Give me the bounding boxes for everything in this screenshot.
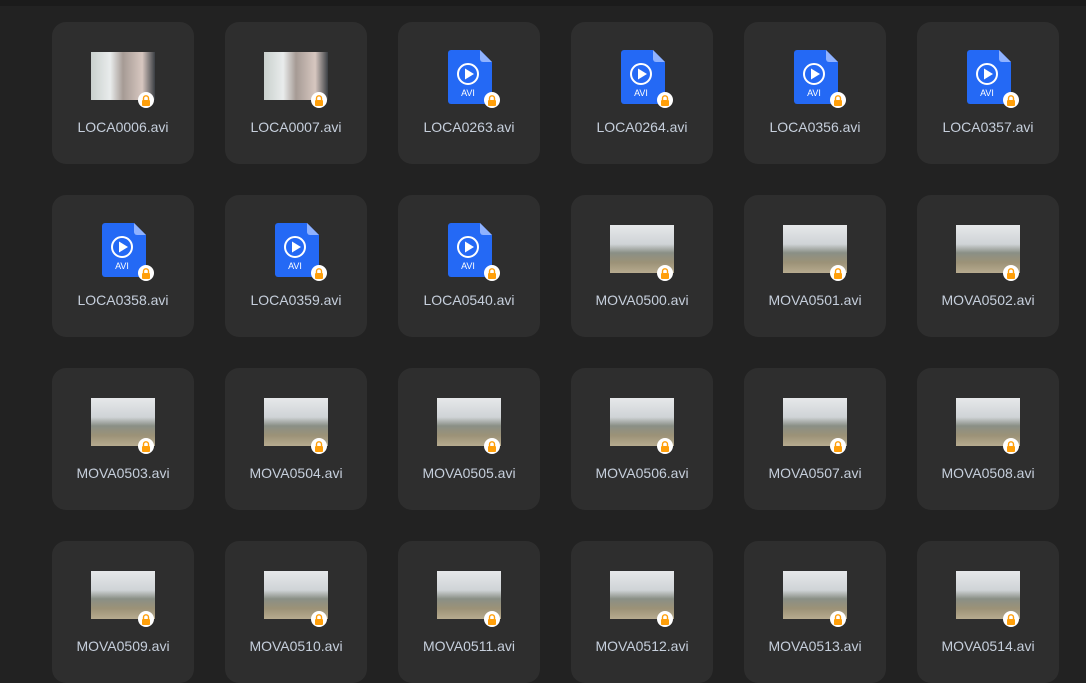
file-grid: LOCA0006.avi LOCA0007.avi AVI LOCA0263.avi A… [52,22,1059,683]
svg-text:AVI: AVI [807,88,821,98]
lock-icon [830,611,846,627]
file-name: MOVA0514.avi [941,638,1035,654]
file-name: MOVA0513.avi [768,638,862,654]
file-name: MOVA0501.avi [768,292,862,308]
file-item[interactable]: MOVA0504.avi [225,368,367,510]
file-name: MOVA0512.avi [595,638,689,654]
lock-icon [1003,438,1019,454]
file-name: LOCA0356.avi [769,119,861,135]
lock-icon [1003,265,1019,281]
lock-icon [484,92,500,108]
lock-icon [138,265,154,281]
file-item[interactable]: MOVA0507.avi [744,368,886,510]
file-name: LOCA0006.avi [77,119,169,135]
lock-icon [830,438,846,454]
lock-icon [138,92,154,108]
file-item[interactable]: MOVA0511.avi [398,541,540,683]
file-item[interactable]: MOVA0505.avi [398,368,540,510]
file-name: LOCA0540.avi [423,292,515,308]
lock-icon [138,438,154,454]
file-item[interactable]: AVI LOCA0357.avi [917,22,1059,164]
file-name: MOVA0502.avi [941,292,1035,308]
svg-text:AVI: AVI [634,88,648,98]
svg-text:AVI: AVI [461,88,475,98]
file-name: MOVA0510.avi [249,638,343,654]
file-name: LOCA0263.avi [423,119,515,135]
file-name: MOVA0511.avi [422,638,516,654]
file-name: MOVA0505.avi [422,465,516,481]
file-item[interactable]: MOVA0514.avi [917,541,1059,683]
lock-icon [311,92,327,108]
lock-icon [657,611,673,627]
lock-icon [138,611,154,627]
lock-icon [311,611,327,627]
file-item[interactable]: MOVA0500.avi [571,195,713,337]
file-name: LOCA0359.avi [250,292,342,308]
svg-text:AVI: AVI [115,261,129,271]
lock-icon [657,265,673,281]
file-item[interactable]: AVI LOCA0359.avi [225,195,367,337]
lock-icon [1003,611,1019,627]
lock-icon [484,611,500,627]
svg-text:AVI: AVI [288,261,302,271]
file-item[interactable]: MOVA0501.avi [744,195,886,337]
lock-icon [311,438,327,454]
lock-icon [311,265,327,281]
file-name: MOVA0508.avi [941,465,1035,481]
file-name: MOVA0503.avi [76,465,170,481]
file-item[interactable]: AVI LOCA0540.avi [398,195,540,337]
file-item[interactable]: MOVA0513.avi [744,541,886,683]
file-item[interactable]: MOVA0510.avi [225,541,367,683]
file-item[interactable]: MOVA0508.avi [917,368,1059,510]
file-name: MOVA0507.avi [768,465,862,481]
top-bar [0,0,1086,6]
svg-text:AVI: AVI [980,88,994,98]
file-item[interactable]: MOVA0509.avi [52,541,194,683]
file-name: LOCA0357.avi [942,119,1034,135]
lock-icon [1003,92,1019,108]
file-item[interactable]: AVI LOCA0264.avi [571,22,713,164]
file-name: LOCA0358.avi [77,292,169,308]
lock-icon [657,92,673,108]
lock-icon [484,438,500,454]
file-item[interactable]: MOVA0503.avi [52,368,194,510]
file-name: MOVA0504.avi [249,465,343,481]
file-name: MOVA0509.avi [76,638,170,654]
file-item[interactable]: MOVA0506.avi [571,368,713,510]
lock-icon [830,92,846,108]
file-item[interactable]: LOCA0007.avi [225,22,367,164]
file-item[interactable]: AVI LOCA0263.avi [398,22,540,164]
file-item[interactable]: MOVA0502.avi [917,195,1059,337]
file-item[interactable]: AVI LOCA0358.avi [52,195,194,337]
file-item[interactable]: AVI LOCA0356.avi [744,22,886,164]
file-item[interactable]: LOCA0006.avi [52,22,194,164]
file-item[interactable]: MOVA0512.avi [571,541,713,683]
file-name: MOVA0500.avi [595,292,689,308]
file-name: LOCA0007.avi [250,119,342,135]
lock-icon [830,265,846,281]
svg-text:AVI: AVI [461,261,475,271]
lock-icon [657,438,673,454]
file-name: LOCA0264.avi [596,119,688,135]
lock-icon [484,265,500,281]
file-name: MOVA0506.avi [595,465,689,481]
